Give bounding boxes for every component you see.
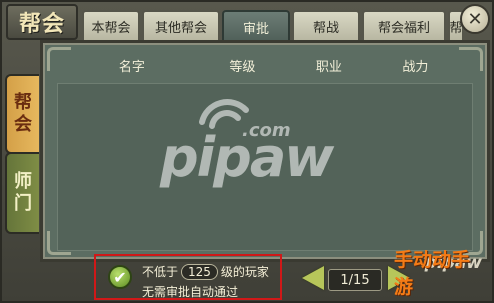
auto-approve-label: 不低于 125 级的玩家 bbox=[142, 263, 269, 280]
column-header-level: 等级 bbox=[229, 59, 256, 75]
sidebar-item-master[interactable]: 师 门 bbox=[5, 152, 39, 234]
applicant-list[interactable] bbox=[57, 83, 473, 251]
sidebar-item-label: 帮 bbox=[14, 92, 32, 113]
auto-approve-prefix: 不低于 bbox=[142, 265, 179, 279]
tab-guild-benefits[interactable]: 帮会福利 bbox=[362, 10, 446, 40]
auto-approve-description: 无需审批自动通过 bbox=[142, 285, 239, 299]
sidebar-item-label: 师 bbox=[14, 171, 32, 192]
logo-text-bottom: 手动动手游 bbox=[394, 249, 471, 298]
close-icon: ✕ bbox=[467, 8, 483, 30]
auto-approve-checkbox[interactable]: ✔ bbox=[108, 265, 132, 289]
level-threshold-input[interactable]: 125 bbox=[181, 263, 218, 280]
close-button[interactable]: ✕ bbox=[460, 4, 490, 34]
sidebar-item-label: 会 bbox=[14, 114, 32, 135]
tab-our-guild[interactable]: 本帮会 bbox=[82, 10, 140, 40]
tab-other-guilds[interactable]: 其他帮会 bbox=[142, 10, 220, 40]
page-indicator: 1/15 bbox=[328, 269, 382, 291]
tab-approval[interactable]: 审批 bbox=[222, 10, 290, 42]
guild-window: 帮会 本帮会 其他帮会 审批 帮战 帮会福利 帮 ✕ 帮 会 师 门 名字 等级… bbox=[0, 0, 494, 303]
site-logo: pipaw 手动动手游 bbox=[394, 249, 490, 301]
auto-approve-suffix: 级的玩家 bbox=[220, 265, 269, 279]
tab-guild-war[interactable]: 帮战 bbox=[292, 10, 360, 40]
sidebar-item-label: 门 bbox=[14, 193, 32, 214]
prev-page-button[interactable] bbox=[302, 266, 324, 290]
column-header-power: 战力 bbox=[402, 59, 429, 75]
sidebar-item-guild[interactable]: 帮 会 bbox=[5, 74, 39, 154]
window-title: 帮会 bbox=[6, 4, 78, 40]
column-header-class: 职业 bbox=[315, 59, 342, 75]
table-header: 名字 等级 职业 战力 bbox=[57, 51, 473, 79]
column-header-name: 名字 bbox=[118, 59, 145, 75]
checkmark-icon: ✔ bbox=[113, 267, 127, 287]
approval-panel: 名字 等级 职业 战力 bbox=[40, 40, 490, 262]
tab-bar: 本帮会 其他帮会 审批 帮战 帮会福利 帮 bbox=[82, 10, 464, 42]
